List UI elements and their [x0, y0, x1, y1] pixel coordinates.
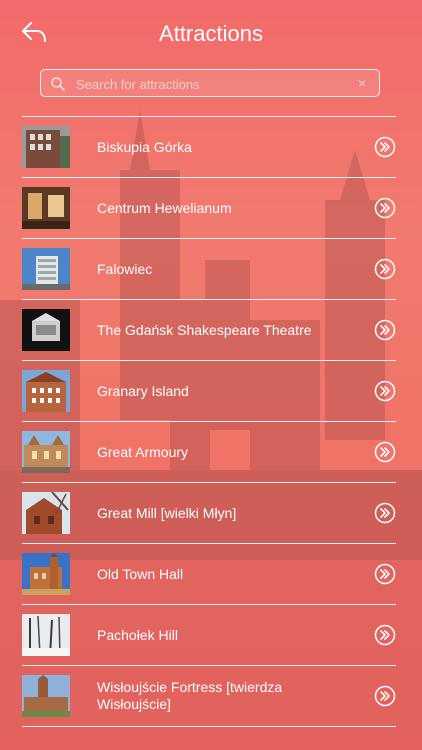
header-bar: Attractions	[0, 0, 422, 66]
attraction-label: Biskupia Górka	[97, 138, 192, 155]
attractions-screen: Attractions × Biskupia Górka Centrum Hewe…	[0, 0, 422, 750]
chevron-right-icon	[374, 197, 396, 219]
attraction-row[interactable]: The Gdańsk Shakespeare Theatre	[22, 300, 396, 361]
attraction-row[interactable]: Great Mill [wielki Młyn]	[22, 483, 396, 544]
page-title: Attractions	[159, 21, 263, 46]
attraction-thumbnail	[22, 431, 70, 473]
chevron-right-icon	[374, 319, 396, 341]
attraction-row[interactable]: Pachołek Hill	[22, 605, 396, 666]
attraction-label: Old Town Hall	[97, 565, 184, 582]
attraction-label: Pachołek Hill	[97, 626, 178, 643]
clear-icon[interactable]: ×	[355, 75, 369, 91]
attraction-row[interactable]: Falowiec	[22, 239, 396, 300]
attraction-label: Great Armoury	[97, 443, 189, 460]
attraction-row[interactable]: Wisłoujście Fortress [twierdza Wisłoujśc…	[22, 666, 396, 727]
chevron-right-icon	[374, 136, 396, 158]
attraction-label: Falowiec	[97, 260, 153, 277]
attraction-row[interactable]: Old Town Hall	[22, 544, 396, 605]
attraction-thumbnail	[22, 614, 70, 656]
attraction-thumbnail	[22, 675, 70, 717]
chevron-right-icon	[374, 624, 396, 646]
search-input[interactable]	[74, 73, 358, 95]
attraction-thumbnail	[22, 126, 70, 168]
attraction-label: The Gdańsk Shakespeare Theatre	[97, 321, 312, 338]
attraction-label: Granary Island	[97, 382, 189, 399]
attraction-row[interactable]: Granary Island	[22, 361, 396, 422]
attraction-thumbnail	[22, 248, 70, 290]
search-bar[interactable]: ×	[40, 69, 380, 97]
attraction-thumbnail	[22, 187, 70, 229]
attraction-row[interactable]: Great Armoury	[22, 422, 396, 483]
attraction-thumbnail	[22, 309, 70, 351]
attraction-thumbnail	[22, 492, 70, 534]
attractions-list: Biskupia Górka Centrum Hewelianum Falowiec…	[22, 116, 396, 727]
chevron-right-icon	[374, 685, 396, 707]
chevron-right-icon	[374, 258, 396, 280]
attraction-row[interactable]: Centrum Hewelianum	[22, 178, 396, 239]
attraction-thumbnail	[22, 370, 70, 412]
attraction-label: Centrum Hewelianum	[97, 199, 232, 216]
chevron-right-icon	[374, 441, 396, 463]
attraction-row[interactable]: Biskupia Górka	[22, 117, 396, 178]
chevron-right-icon	[374, 380, 396, 402]
chevron-right-icon	[374, 502, 396, 524]
chevron-right-icon	[374, 563, 396, 585]
attraction-thumbnail	[22, 553, 70, 595]
search-icon	[51, 77, 65, 91]
attraction-label: Wisłoujście Fortress [twierdza Wisłoujśc…	[97, 679, 283, 712]
attraction-label: Great Mill [wielki Młyn]	[97, 504, 237, 521]
